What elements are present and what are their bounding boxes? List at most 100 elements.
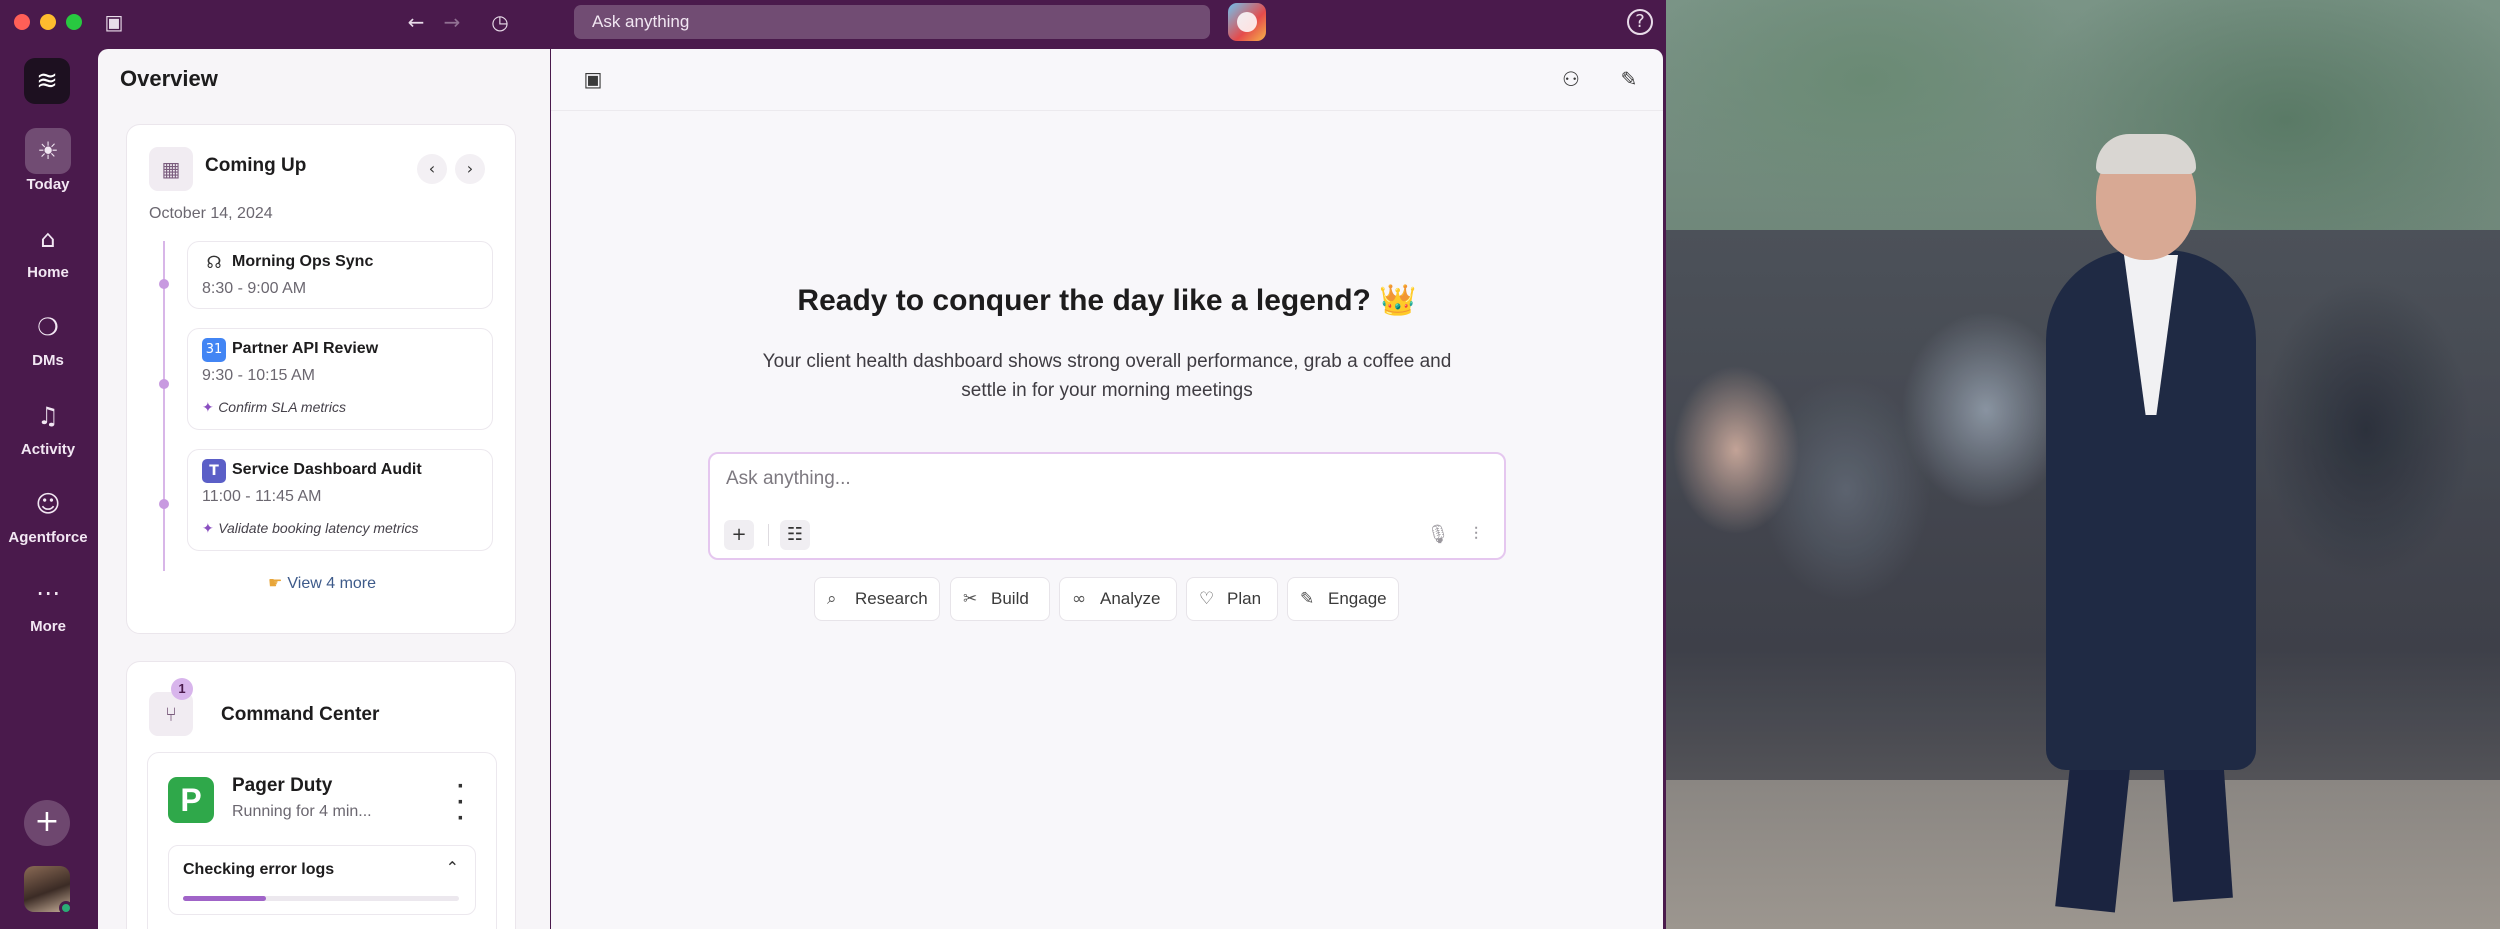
history-clock-icon[interactable]: ◷ xyxy=(488,10,512,34)
command-center-title: Command Center xyxy=(221,704,380,725)
close-window-button[interactable] xyxy=(14,14,30,30)
agent-run-card[interactable]: P Pager Duty Running for 4 min... · · · Ch… xyxy=(147,752,497,929)
next-day-button[interactable]: › xyxy=(455,154,485,184)
add-workspace-button[interactable]: + xyxy=(24,800,70,846)
coming-up-title: Coming Up xyxy=(205,155,307,176)
greeting-headline: Ready to conquer the day like a legend? … xyxy=(797,284,1417,317)
panel-toggle-icon[interactable]: ▣ xyxy=(579,65,607,93)
pointing-hand-icon: ☛ xyxy=(267,573,288,592)
zoom-window-button[interactable] xyxy=(66,14,82,30)
sidebar-toggle-icon[interactable]: ▣ xyxy=(102,10,126,34)
event-card-morning-ops-sync[interactable]: ☊ Morning Ops Sync 8:30 - 9:00 AM xyxy=(187,241,493,309)
rail-item-label: Today xyxy=(26,176,70,193)
rail-item-agentforce[interactable]: ☺ Agentforce xyxy=(0,481,96,546)
event-name: Morning Ops Sync xyxy=(232,253,374,270)
task-progress-bar xyxy=(183,896,459,901)
minimize-window-button[interactable] xyxy=(40,14,56,30)
headphones-icon: ☊ xyxy=(206,253,222,273)
speaker-hair xyxy=(2096,134,2196,174)
home-icon: ⌂ xyxy=(40,225,56,253)
event-time: 11:00 - 11:45 AM xyxy=(202,488,322,505)
kebab-menu-icon[interactable]: · · · xyxy=(456,775,466,831)
quick-action-chips: ⌕ Research ✂ Build ∞ Analyze ♡ Plan ✎ Engage xyxy=(551,577,1663,621)
ask-input-placeholder[interactable]: Ask anything... xyxy=(726,468,851,490)
coming-up-date: October 14, 2024 xyxy=(149,205,273,222)
event-ai-note: ✦ Validate booking latency metrics xyxy=(202,520,418,537)
build-icon: ✂ xyxy=(963,589,978,609)
chip-label: Engage xyxy=(1328,589,1387,608)
agents-icon[interactable]: ⚇ xyxy=(1557,65,1585,93)
divider xyxy=(768,524,769,546)
event-time: 8:30 - 9:00 AM xyxy=(202,280,307,297)
chip-engage[interactable]: ✎ Engage xyxy=(1287,577,1399,621)
pagerduty-logo-icon: P xyxy=(168,777,214,823)
back-arrow-icon[interactable]: ← xyxy=(404,10,428,34)
event-name: Service Dashboard Audit xyxy=(232,461,422,478)
sparkle-icon: ✦ xyxy=(202,521,219,537)
chevron-up-icon[interactable]: ⌃ xyxy=(446,858,459,877)
workspace-logo-icon[interactable]: ≋ xyxy=(24,58,70,104)
command-center-card: ⑂ 1 Command Center P Pager Duty Running … xyxy=(126,661,516,929)
rail-item-label: More xyxy=(30,618,66,635)
titlebar: ▣ ← → ◷ Ask anything ? xyxy=(0,0,1666,44)
chip-label: Analyze xyxy=(1100,589,1161,608)
notification-badge: 1 xyxy=(171,678,193,700)
event-note-text: Validate booking latency metrics xyxy=(218,520,419,536)
greeting-subtext-line-1: Your client health dashboard shows stron… xyxy=(762,351,1452,372)
chip-analyze[interactable]: ∞ Analyze xyxy=(1059,577,1177,621)
search-input[interactable]: Ask anything xyxy=(574,5,1210,39)
agent-app-icon[interactable] xyxy=(1228,3,1266,41)
sparkle-icon: ✦ xyxy=(202,400,219,416)
ellipsis-icon: ⋯ xyxy=(36,579,60,607)
greeting-subtext-line-2: settle in for your morning meetings xyxy=(961,380,1253,401)
rail-item-more[interactable]: ⋯ More xyxy=(0,570,96,635)
timeline-dot xyxy=(159,279,169,289)
help-icon[interactable]: ? xyxy=(1627,9,1653,35)
voice-waveform-icon[interactable]: ⫶ xyxy=(1462,520,1490,550)
left-rail: ≋ ☀ Today ⌂ Home ❍ DMs ♫ Activity ☺ Agen… xyxy=(0,44,96,929)
rail-item-today[interactable]: ☀ Today xyxy=(0,128,96,193)
chip-plan[interactable]: ♡ Plan xyxy=(1186,577,1278,621)
task-progress-panel[interactable]: Checking error logs ⌃ xyxy=(168,845,476,915)
timeline-dot xyxy=(159,379,169,389)
settings-sliders-icon[interactable]: ☷ xyxy=(780,520,810,550)
bell-icon: ♫ xyxy=(37,402,59,430)
edit-square-icon: ✎ xyxy=(1300,589,1315,609)
view-more-link[interactable]: ☛ View 4 more xyxy=(127,573,517,593)
calendar-icon: ▦ xyxy=(149,147,193,191)
main-toolbar: ▣ ⚇ ✎ xyxy=(551,49,1663,111)
main-chat-panel: ▣ ⚇ ✎ Ready to conquer the day like a le… xyxy=(551,49,1663,929)
event-card-service-dashboard-audit[interactable]: T Service Dashboard Audit 11:00 - 11:45 … xyxy=(187,449,493,551)
rail-item-activity[interactable]: ♫ Activity xyxy=(0,393,96,458)
research-icon: ⌕ xyxy=(827,589,837,609)
event-card-partner-api-review[interactable]: 31 Partner API Review 9:30 - 10:15 AM ✦ … xyxy=(187,328,493,430)
chat-bubbles-icon: ❍ xyxy=(37,313,59,341)
chip-label: Research xyxy=(855,589,928,608)
microphone-icon[interactable]: 🎙 xyxy=(1424,520,1452,550)
google-calendar-icon: 31 xyxy=(202,338,226,362)
compose-icon[interactable]: ✎ xyxy=(1615,65,1643,93)
attach-plus-icon[interactable]: + xyxy=(724,520,754,550)
forward-arrow-icon[interactable]: → xyxy=(440,10,464,34)
event-ai-note: ✦ Confirm SLA metrics xyxy=(202,399,346,416)
user-avatar[interactable] xyxy=(24,866,73,915)
sun-icon: ☀ xyxy=(25,128,71,174)
robot-icon: ☺ xyxy=(35,490,61,518)
event-time: 9:30 - 10:15 AM xyxy=(202,367,315,384)
overview-panel: Overview ▦ Coming Up October 14, 2024 ‹ … xyxy=(98,49,550,929)
task-progress-fill xyxy=(183,896,266,901)
timeline-dot xyxy=(159,499,169,509)
overview-title: Overview xyxy=(120,66,218,91)
rail-item-home[interactable]: ⌂ Home xyxy=(0,216,96,281)
view-more-label: View 4 more xyxy=(287,575,377,592)
chip-build[interactable]: ✂ Build xyxy=(950,577,1050,621)
event-note-text: Confirm SLA metrics xyxy=(218,399,347,415)
screen: ▣ ← → ◷ Ask anything ? ≋ ☀ Today ⌂ Home … xyxy=(0,0,2500,929)
rail-item-dms[interactable]: ❍ DMs xyxy=(0,304,96,369)
previous-day-button[interactable]: ‹ xyxy=(417,154,447,184)
ask-input-box[interactable]: Ask anything... + ☷ 🎙 ⫶ xyxy=(708,452,1506,560)
event-name: Partner API Review xyxy=(232,340,379,357)
agent-name: Pager Duty xyxy=(232,775,333,796)
chip-research[interactable]: ⌕ Research xyxy=(814,577,940,621)
agent-status: Running for 4 min... xyxy=(232,803,372,820)
